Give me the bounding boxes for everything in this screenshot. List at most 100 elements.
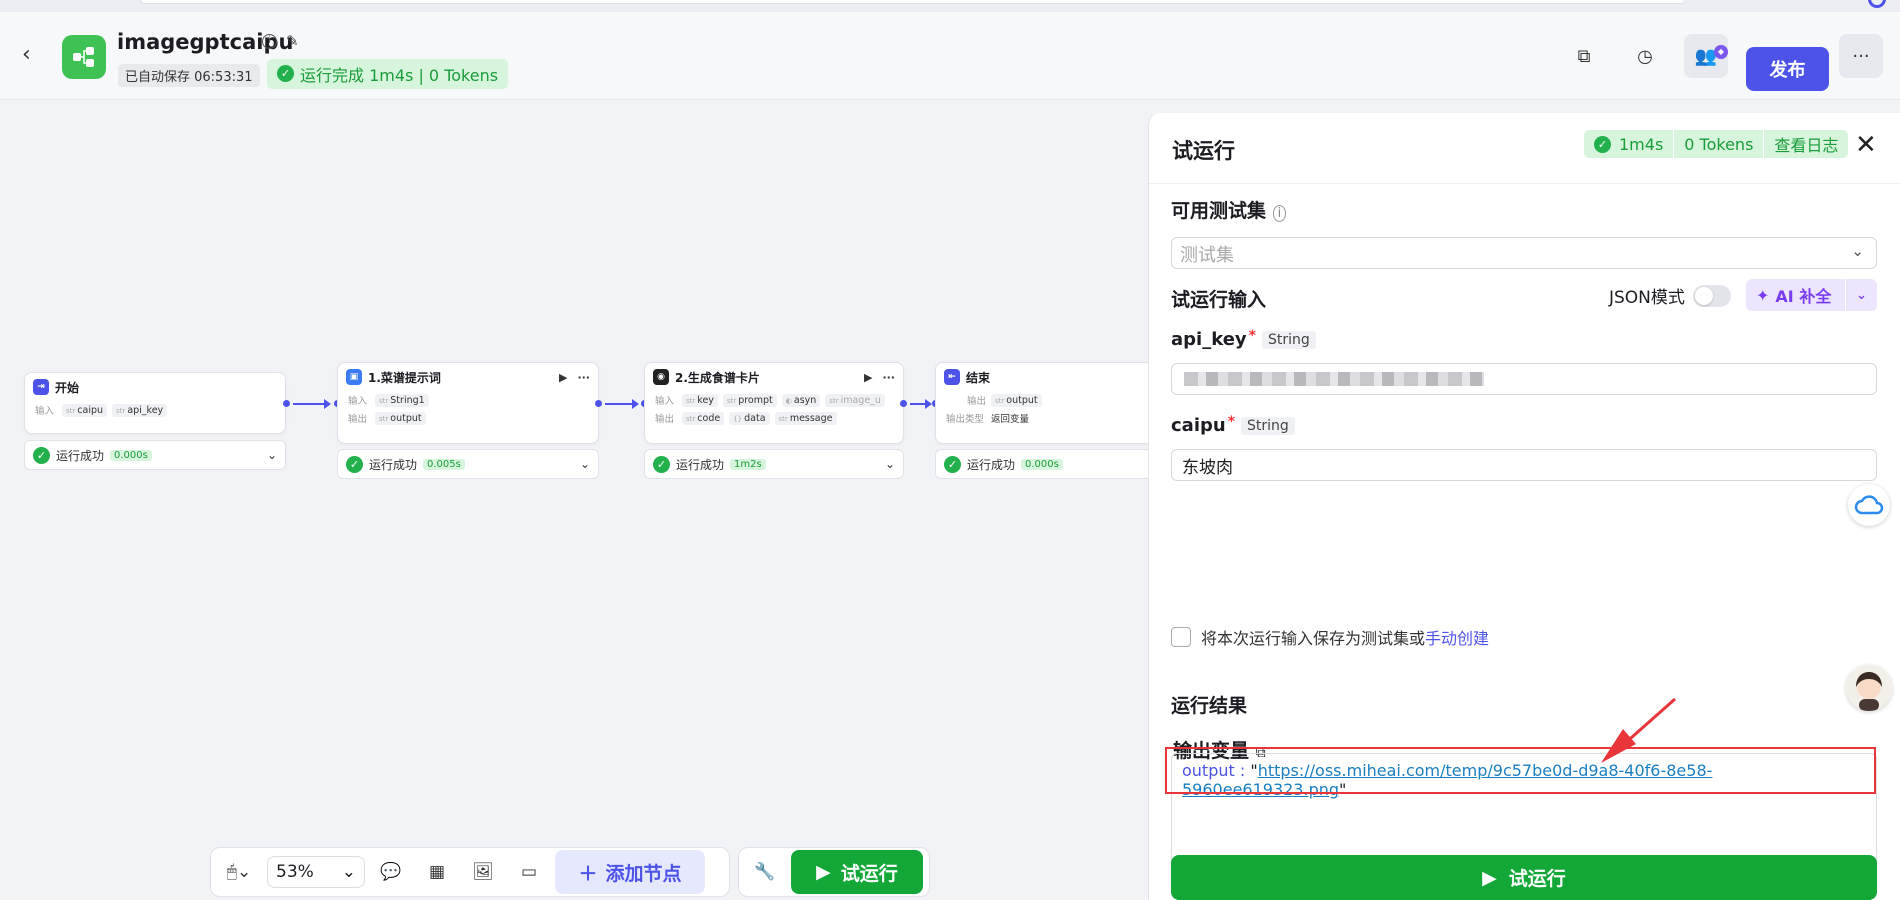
back-arrow-icon[interactable]: ‹ — [22, 42, 31, 67]
caipu-input[interactable]: 东坡肉 — [1171, 449, 1877, 481]
json-mode-toggle[interactable] — [1692, 284, 1731, 307]
node-title: 2.生成食谱卡片 — [675, 370, 760, 385]
zoom-select[interactable]: 53% ⌄ — [267, 856, 365, 888]
history-icon[interactable]: ◷ — [1623, 34, 1667, 78]
workflow-canvas[interactable]: ⇥ 开始 输入 str caipu str api_key ✓ 运行成功 0.000s ⌄ … — [0, 101, 1165, 900]
plus-icon: ＋ — [578, 862, 598, 885]
run-toolbar: 🔧 ▶ 试运行 — [738, 847, 930, 897]
node-title: 开始 — [55, 380, 80, 395]
json-mode-toggle-row: JSON模式 — [1609, 283, 1731, 308]
play-icon: ▶ — [816, 861, 831, 883]
llm-icon: ▣ — [346, 369, 362, 385]
node-recipe-card[interactable]: ◉ 2.生成食谱卡片 ▶ ··· 输入 str key str prompt ◐ asyn… — [644, 362, 904, 444]
run-status-text: 运行完成 1m4s | 0 Tokens — [300, 66, 499, 85]
param-chip: str String1 — [375, 393, 429, 407]
test-run-panel: 试运行 ✓ 1m4s 0 Tokens 查看日志 ✕ 可用测试集 i 测试集 ⌄ … — [1148, 113, 1900, 900]
run-status-badge: ✓ 运行完成 1m4s | 0 Tokens — [267, 59, 509, 89]
node-run-status[interactable]: ✓ 运行成功 0.000s — [935, 449, 1165, 479]
field-label-caipu: caipu * String — [1171, 414, 1295, 436]
copy-icon[interactable]: ⧉ — [1562, 34, 1606, 78]
info-icon: i — [1272, 205, 1287, 222]
minimap-icon[interactable]: ▭ — [509, 854, 549, 890]
run-summary-badge: ✓ 1m4s 0 Tokens 查看日志 — [1584, 130, 1849, 158]
more-menu-icon[interactable]: ··· — [1839, 34, 1883, 78]
param-chip: str api_key — [112, 403, 168, 417]
chevron-down-icon[interactable]: ⌄ — [580, 457, 590, 471]
wrench-icon[interactable]: 🔧 — [745, 854, 785, 890]
field-label-api-key: api_key * String — [1171, 328, 1316, 350]
check-circle-icon: ✓ — [944, 455, 961, 473]
param-chip: str output — [991, 393, 1042, 407]
check-circle-icon: ✓ — [33, 446, 50, 464]
manual-create-link[interactable]: 手动创建 — [1425, 625, 1489, 649]
output-port[interactable] — [900, 400, 907, 407]
save-testset-checkbox[interactable] — [1171, 627, 1191, 647]
comment-icon[interactable]: 💬 — [371, 854, 411, 890]
check-circle-icon: ✓ — [346, 455, 363, 473]
run-input-label: 试运行输入 — [1171, 289, 1267, 311]
edge-connector — [605, 399, 639, 409]
param-chip: str key — [682, 393, 718, 407]
info-icon[interactable]: i — [262, 34, 277, 49]
chevron-down-icon[interactable]: ⌄ — [267, 448, 277, 462]
plugin-icon: ◉ — [653, 369, 669, 385]
check-circle-icon: ✓ — [653, 455, 670, 473]
close-icon[interactable]: ✕ — [1855, 130, 1877, 160]
edge-connector — [910, 399, 932, 409]
output-port[interactable] — [595, 400, 602, 407]
node-run-status[interactable]: ✓ 运行成功 0.000s ⌄ — [24, 440, 286, 470]
mouse-mode-icon[interactable]: 🖱⌄ — [217, 854, 261, 890]
browser-top-strip — [0, 0, 1900, 12]
input-label: 输入 — [35, 406, 55, 417]
node-run-status[interactable]: ✓ 运行成功 0.005s ⌄ — [337, 449, 599, 479]
ai-fill-button[interactable]: ✦ AI 补全 ⌄ — [1746, 279, 1877, 311]
more-icon[interactable]: ··· — [577, 371, 590, 384]
image-icon[interactable]: 🖼 — [463, 854, 503, 890]
workflow-app-icon — [62, 35, 106, 79]
view-log-link[interactable]: 查看日志 — [1774, 132, 1838, 156]
address-bar[interactable] — [140, 0, 1685, 4]
testset-select[interactable]: 测试集 ⌄ — [1171, 237, 1877, 269]
run-result-label: 运行结果 — [1171, 695, 1248, 717]
save-testset-row: 将本次运行输入保存为测试集或 手动创建 — [1171, 625, 1489, 649]
chevron-down-icon[interactable]: ⌄ — [885, 457, 895, 471]
test-run-button[interactable]: ▶ 试运行 — [791, 850, 923, 894]
chevron-down-icon: ⌄ — [341, 862, 356, 882]
avatar[interactable] — [1846, 665, 1892, 711]
end-icon: ⇤ — [944, 369, 960, 385]
param-chip: ◐ asyn — [781, 393, 821, 407]
canvas-toolbar: 🖱⌄ 53% ⌄ 💬 ▦ 🖼 ▭ ＋添加节点 — [210, 847, 730, 897]
layout-icon[interactable]: ▦ — [417, 854, 457, 890]
run-node-icon[interactable]: ▶ — [559, 371, 567, 384]
run-node-icon[interactable]: ▶ — [864, 371, 872, 384]
api-key-input[interactable] — [1171, 363, 1877, 395]
publish-button[interactable]: 发布 — [1746, 47, 1829, 91]
param-chip: str prompt — [722, 393, 777, 407]
param-chip: str output — [375, 411, 426, 425]
premium-diamond-icon: ◆ — [1714, 45, 1728, 59]
add-node-button[interactable]: ＋添加节点 — [555, 850, 705, 894]
more-icon[interactable]: ··· — [882, 371, 895, 384]
workflow-header: ‹ imagegptcaipu i ✎ 已自动保存 06:53:31 ✓ 运行完… — [0, 12, 1900, 100]
chevron-down-icon[interactable]: ⌄ — [1845, 279, 1877, 311]
panel-test-run-button[interactable]: ▶ 试运行 — [1171, 855, 1877, 900]
node-start[interactable]: ⇥ 开始 输入 str caipu str api_key — [24, 372, 286, 434]
play-icon: ▶ — [1482, 866, 1497, 889]
edit-icon[interactable]: ✎ — [286, 32, 299, 50]
testset-label: 可用测试集 i — [1171, 196, 1287, 223]
node-title: 1.菜谱提示词 — [368, 370, 441, 385]
node-recipe-prompt[interactable]: ▣ 1.菜谱提示词 ▶ ··· 输入 str String1 输出 str output — [337, 362, 599, 444]
profile-icon[interactable] — [1868, 0, 1886, 8]
node-run-status[interactable]: ✓ 运行成功 1m2s ⌄ — [644, 449, 904, 479]
output-port[interactable] — [283, 400, 290, 407]
panel-title: 试运行 — [1172, 139, 1235, 163]
cloud-assistant-icon[interactable] — [1848, 484, 1890, 526]
autosave-status: 已自动保存 06:53:31 — [118, 64, 260, 87]
redacted-value — [1184, 372, 1484, 386]
node-title: 结束 — [966, 370, 991, 385]
param-chip: str code — [682, 411, 725, 425]
node-end[interactable]: ⇤ 结束 输出 str output 输出类型 返回变量 — [935, 362, 1165, 444]
sparkle-icon: ✦ — [1756, 285, 1770, 305]
param-chip: {} data — [729, 411, 770, 425]
chevron-down-icon: ⌄ — [1851, 242, 1864, 260]
